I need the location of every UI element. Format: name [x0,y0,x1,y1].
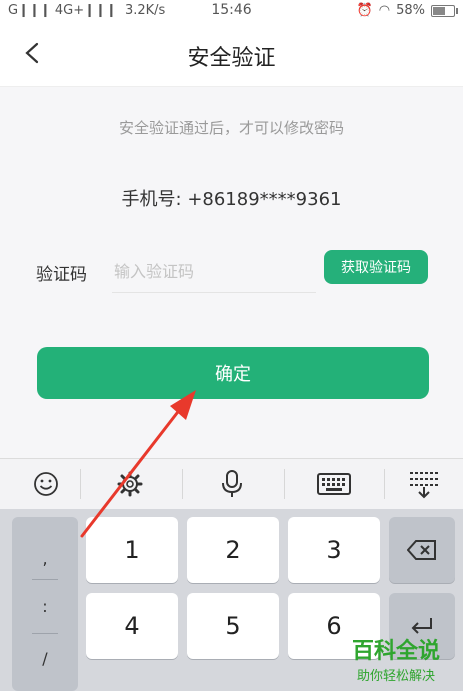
symbol-divider [32,633,58,634]
verification-code-input[interactable] [112,250,316,293]
battery-percent: 58% [396,3,425,18]
toolbar-divider [284,469,285,499]
key-2[interactable]: 2 [187,517,279,583]
key-5[interactable]: 5 [187,593,279,659]
status-bar: G❙❙❙ 4G+❙❙❙ 3.2K/s 15:46 ⏰ ◠ 58% [0,0,463,22]
key-4[interactable]: 4 [86,593,178,659]
verification-code-row: 验证码 获取验证码 [36,248,431,293]
symbol-key[interactable]: / [12,635,78,683]
collapse-keyboard-icon[interactable] [378,459,463,509]
toolbar-divider [182,469,183,499]
backspace-key[interactable] [389,517,455,583]
battery-level [433,6,445,15]
emoji-icon[interactable] [0,459,92,509]
status-right: ⏰ ◠ 58% [356,3,458,18]
get-code-button[interactable]: 获取验证码 [324,250,428,284]
battery-icon [431,4,458,17]
code-label: 验证码 [36,265,87,285]
watermark-subtitle: 助你轻松解决 [356,669,435,684]
nav-bar: 安全验证 [0,22,463,87]
microphone-icon[interactable] [186,459,278,509]
watermark-title: 百科全说 [351,639,440,664]
keyboard-toolbar [0,458,463,510]
symbol-key[interactable]: : [12,583,78,631]
symbol-divider [32,579,58,580]
key-1[interactable]: 1 [86,517,178,583]
confirm-button[interactable]: 确定 [37,347,429,399]
verification-hint: 安全验证通过后，才可以修改密码 [118,119,344,137]
watermark-logo: 百科全说 助你轻松解决 [336,633,456,684]
alarm-icon: ⏰ [356,3,373,18]
toolbar-divider [80,469,81,499]
keyboard-switch-icon[interactable] [288,459,380,509]
phone-number: 手机号: +86189****9361 [121,189,342,210]
wifi-icon: ◠ [378,3,391,18]
key-3[interactable]: 3 [288,517,380,583]
backspace-icon [407,540,436,560]
symbol-column: , : / [12,517,78,691]
page-title: 安全验证 [187,46,276,71]
settings-gear-icon[interactable] [84,459,176,509]
symbol-key[interactable]: , [12,535,78,583]
